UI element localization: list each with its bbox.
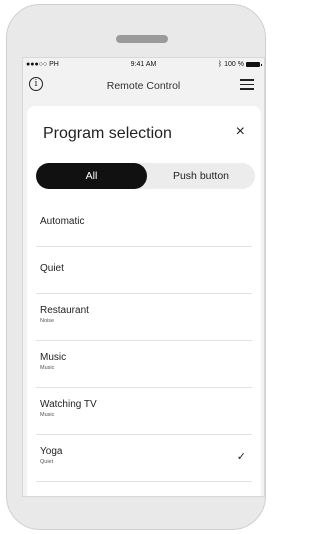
segment-all[interactable]: All — [36, 163, 147, 189]
program-item-automatic[interactable]: Automatic — [36, 200, 252, 247]
app-title: Remote Control — [106, 80, 181, 92]
program-item-music[interactable]: Music Music — [36, 341, 252, 388]
program-subtitle: Music — [40, 365, 55, 371]
program-item-yoga[interactable]: Yoga Quiet ✓ — [36, 435, 252, 482]
battery-icon — [246, 62, 262, 67]
program-name: Music — [40, 352, 67, 363]
program-name: Restaurant — [40, 305, 89, 316]
program-filter-toggle: All Push button — [36, 163, 255, 189]
program-name: Quiet — [40, 263, 64, 274]
sheet-title: Program selection — [43, 125, 172, 142]
speaker-grille — [116, 35, 168, 43]
program-item-quiet[interactable]: Quiet — [36, 247, 252, 294]
app-screen: ●●●○○ PH 9:41 AM ᛒ 100 % i Remote Contro… — [22, 57, 265, 497]
program-item-watching-tv[interactable]: Watching TV Music — [36, 388, 252, 435]
app-bar: i Remote Control — [23, 74, 264, 100]
program-subtitle: Music — [40, 412, 55, 418]
battery-status: ᛒ 100 % — [217, 61, 262, 68]
program-list: Automatic Quiet Restaurant Noise Music M… — [27, 200, 261, 482]
program-selection-sheet: Program selection × All Push button Auto… — [27, 106, 261, 496]
status-bar: ●●●○○ PH 9:41 AM ᛒ 100 % — [23, 58, 264, 72]
segment-push-button[interactable]: Push button — [147, 163, 255, 189]
program-name: Yoga — [40, 446, 63, 457]
battery-percent: 100 % — [224, 61, 244, 68]
program-subtitle: Noise — [40, 318, 55, 324]
program-item-restaurant[interactable]: Restaurant Noise — [36, 294, 252, 341]
hamburger-menu-icon[interactable] — [240, 79, 254, 90]
phone-frame: ●●●○○ PH 9:41 AM ᛒ 100 % i Remote Contro… — [6, 4, 266, 530]
program-subtitle: Quiet — [40, 459, 54, 465]
program-name: Automatic — [40, 216, 85, 227]
program-name: Watching TV — [40, 399, 97, 410]
bluetooth-icon: ᛒ — [217, 61, 223, 68]
checkmark-icon: ✓ — [236, 451, 246, 463]
close-icon[interactable]: × — [236, 123, 245, 141]
